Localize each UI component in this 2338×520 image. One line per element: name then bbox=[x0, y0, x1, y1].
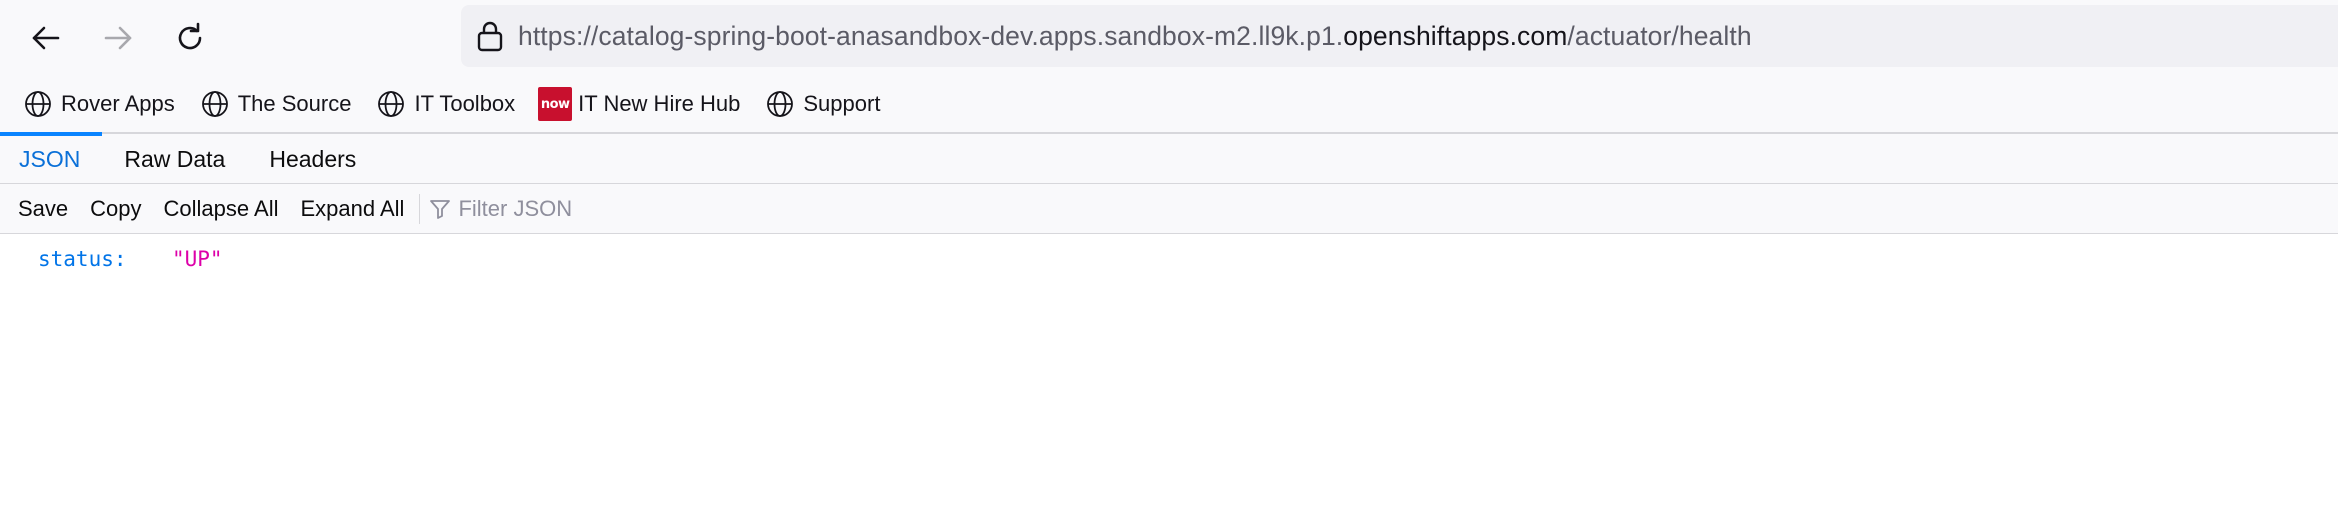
back-arrow-icon bbox=[32, 26, 60, 50]
filter-json-input[interactable] bbox=[458, 195, 859, 222]
address-bar[interactable]: https://catalog-spring-boot-anasandbox-d… bbox=[461, 5, 2338, 67]
expand-all-button[interactable]: Expand All bbox=[289, 189, 415, 229]
json-viewer-tabs: JSON Raw Data Headers bbox=[0, 132, 2338, 184]
json-row[interactable]: status: "UP" bbox=[38, 241, 223, 277]
globe-icon bbox=[763, 87, 797, 121]
forward-button[interactable] bbox=[94, 14, 142, 62]
now-logo-icon: now bbox=[538, 87, 573, 121]
filter-json[interactable] bbox=[428, 189, 859, 229]
bookmark-the-source[interactable]: The Source bbox=[198, 82, 352, 126]
json-key: status: bbox=[38, 247, 127, 271]
bookmark-support[interactable]: Support bbox=[763, 82, 880, 126]
back-button[interactable] bbox=[22, 14, 70, 62]
globe-icon bbox=[21, 87, 55, 121]
toolbar-divider bbox=[419, 193, 421, 224]
url-domain: openshiftapps.com bbox=[1343, 20, 1568, 51]
forward-arrow-icon bbox=[104, 26, 132, 50]
bookmark-label: The Source bbox=[237, 91, 352, 116]
bookmark-label: IT New Hire Hub bbox=[578, 91, 741, 116]
reload-button[interactable] bbox=[166, 14, 214, 62]
save-button[interactable]: Save bbox=[7, 189, 79, 229]
url-prefix: https://catalog-spring-boot-anasandbox-d… bbox=[518, 20, 1344, 51]
bookmark-rover-apps[interactable]: Rover Apps bbox=[21, 82, 175, 126]
reload-icon bbox=[178, 22, 202, 50]
globe-icon bbox=[198, 87, 232, 121]
json-value: "UP" bbox=[172, 247, 223, 271]
bookmark-label: IT Toolbox bbox=[414, 91, 516, 116]
bookmarks-toolbar: Rover Apps The Source IT Toolbox now IT … bbox=[0, 76, 2338, 132]
bookmark-label: Support bbox=[803, 91, 881, 116]
navigation-bar: https://catalog-spring-boot-anasandbox-d… bbox=[0, 0, 2338, 76]
lock-icon[interactable] bbox=[470, 16, 510, 56]
now-logo-text: now bbox=[538, 87, 573, 121]
json-toolbar: Save Copy Collapse All Expand All bbox=[0, 184, 2338, 234]
bookmark-it-new-hire-hub[interactable]: now IT New Hire Hub bbox=[538, 82, 740, 126]
bookmark-it-toolbox[interactable]: IT Toolbox bbox=[374, 82, 515, 126]
tab-json[interactable]: JSON bbox=[0, 132, 103, 184]
filter-icon bbox=[430, 199, 451, 219]
tab-raw-data[interactable]: Raw Data bbox=[102, 134, 247, 184]
collapse-all-button[interactable]: Collapse All bbox=[153, 189, 290, 229]
copy-button[interactable]: Copy bbox=[79, 189, 152, 229]
bookmark-label: Rover Apps bbox=[61, 91, 175, 116]
json-content: status: "UP" bbox=[0, 235, 2338, 520]
tab-headers[interactable]: Headers bbox=[247, 134, 378, 184]
url-path: /actuator/health bbox=[1567, 20, 1752, 51]
globe-icon bbox=[374, 87, 408, 121]
url-text[interactable]: https://catalog-spring-boot-anasandbox-d… bbox=[518, 21, 1752, 52]
